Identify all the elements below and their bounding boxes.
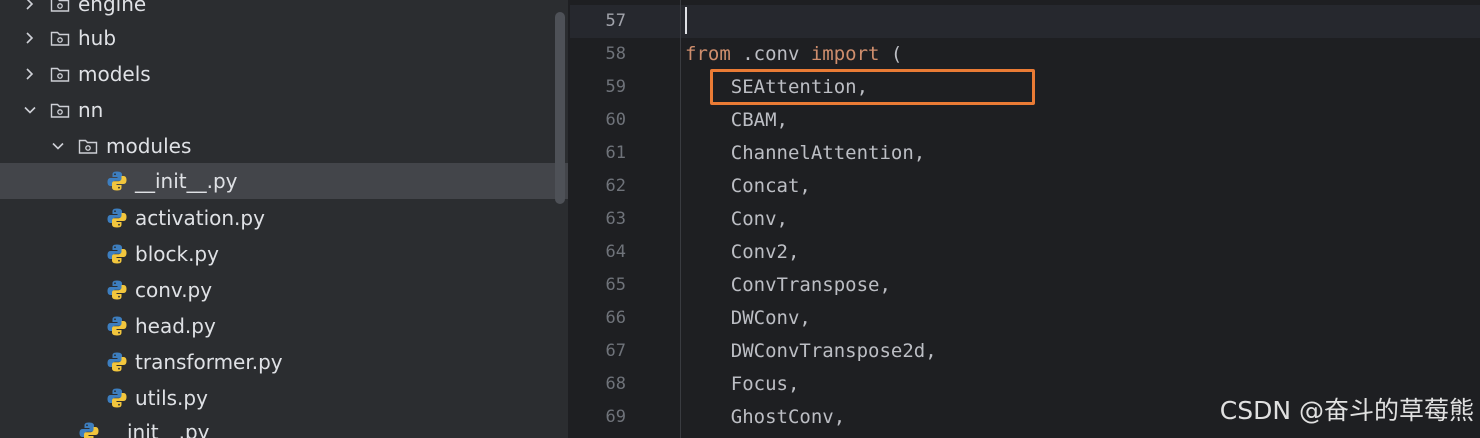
line-number: 68 [605,374,626,394]
chevron-down-icon[interactable] [48,136,68,156]
code-line: DWConv, [685,307,811,329]
tree-item-nn-init-py[interactable]: __init__.py [0,414,568,438]
tree-item-engine[interactable]: engine [0,0,568,22]
code-line: Concat, [685,175,811,197]
package-folder-icon [49,0,71,15]
code-editor[interactable]: 57 58 59 60 61 62 63 64 65 66 67 68 69 f… [570,0,1480,438]
line-number: 64 [605,242,626,262]
gutter-separator [680,0,681,438]
code-line: Conv, [685,208,788,230]
tree-scrollbar[interactable] [555,12,565,204]
line-number: 65 [605,275,626,295]
code-line: ChannelAttention, [685,142,926,164]
annotation-highlight-box [710,69,1035,105]
python-file-icon [106,387,128,409]
tree-item-label: utils.py [135,386,208,410]
tree-item-nn[interactable]: nn [0,92,568,128]
tree-item-label: __init__.py [135,169,238,193]
line-number: 62 [605,176,626,196]
line-number: 66 [605,308,626,328]
tree-item-activation-py[interactable]: activation.py [0,200,568,236]
tree-item-label: __init__.py [107,420,210,438]
package-folder-icon [49,27,71,49]
package-folder-icon [49,99,71,121]
tree-item-label: modules [106,134,192,158]
chevron-right-icon[interactable] [20,64,40,84]
tree-item-label: block.py [135,242,219,266]
python-file-icon [78,421,100,438]
line-number: 57 [605,11,626,31]
code-line: CBAM, [685,109,788,131]
line-number: 59 [605,77,626,97]
code-line: DWConvTranspose2d, [685,340,937,362]
tree-item-label: conv.py [135,278,213,302]
line-number: 58 [605,44,626,64]
keyword-import: import [810,43,880,65]
tree-item-label: activation.py [135,206,265,230]
code-line: Conv2, [685,241,800,263]
tree-item-block-py[interactable]: block.py [0,236,568,272]
package-folder-icon [49,63,71,85]
module-name: .conv [730,43,811,65]
line-number: 69 [605,407,626,427]
python-file-icon [106,315,128,337]
tree-item-label: nn [78,98,104,122]
line-number: 63 [605,209,626,229]
tree-item-label: head.py [135,314,216,338]
watermark: CSDN @奋斗的草莓熊 [1219,396,1474,425]
line-number: 67 [605,341,626,361]
python-file-icon [106,243,128,265]
tree-item-modules[interactable]: modules [0,128,568,164]
tree-item-transformer-py[interactable]: transformer.py [0,344,568,380]
open-paren: ( [879,43,903,65]
tree-item-label: engine [78,0,147,16]
text-caret [685,7,687,34]
keyword-from: from [685,43,731,65]
tree-item-label: hub [78,26,117,50]
tree-item-models[interactable]: models [0,56,568,92]
tree-item-hub[interactable]: hub [0,20,568,56]
python-file-icon [106,279,128,301]
tree-item-label: models [78,62,151,86]
package-folder-icon [77,135,99,157]
chevron-down-icon[interactable] [20,100,40,120]
tree-item-utils-py[interactable]: utils.py [0,380,568,416]
python-file-icon [106,351,128,373]
python-file-icon [106,170,128,192]
tree-item-conv-py[interactable]: conv.py [0,272,568,308]
code-line: ConvTranspose, [685,274,891,296]
line-number: 61 [605,143,626,163]
python-file-icon [106,207,128,229]
tree-item-head-py[interactable]: head.py [0,308,568,344]
code-line: GhostConv, [685,406,846,428]
line-number: 60 [605,110,626,130]
tree-item-label: transformer.py [135,350,283,374]
chevron-right-icon[interactable] [20,0,40,14]
current-line-highlight [570,5,1480,38]
chevron-right-icon[interactable] [20,28,40,48]
tree-item-init-py-selected[interactable]: __init__.py [0,163,568,199]
code-line: Focus, [685,373,800,395]
project-tree: engine hub models nn modules __init__.py… [0,0,568,438]
code-line-import: from .conv import ( [685,38,902,71]
